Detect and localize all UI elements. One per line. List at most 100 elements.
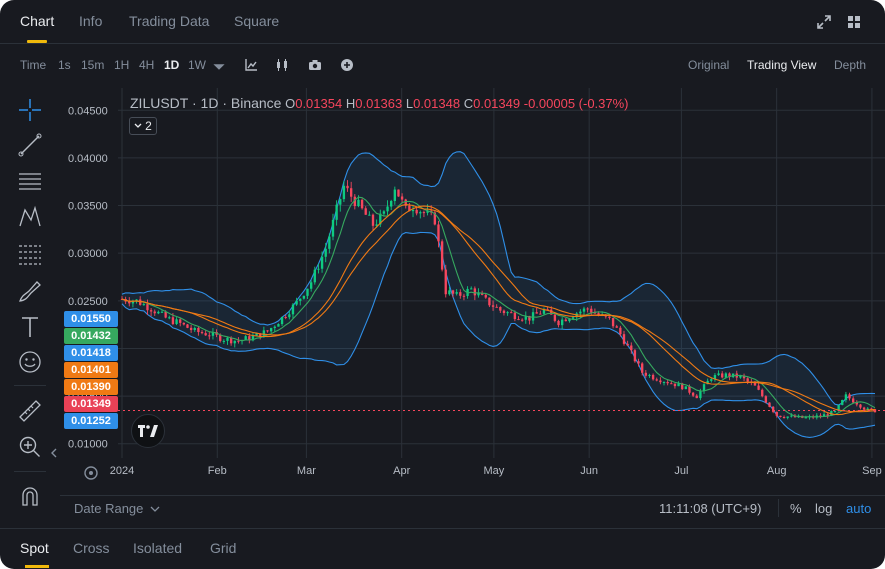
interval-1h[interactable]: 1H: [114, 58, 129, 72]
candle-body: [335, 204, 338, 220]
ruler-icon[interactable]: [17, 398, 43, 424]
view-trading-view[interactable]: Trading View: [747, 58, 816, 72]
candle-body: [266, 330, 269, 332]
interval-4h[interactable]: 4H: [139, 58, 154, 72]
candle-body: [557, 320, 560, 326]
candle-body: [506, 312, 509, 314]
fibonacci-icon[interactable]: [17, 241, 43, 267]
view-original[interactable]: Original: [688, 58, 729, 72]
interval-dropdown-icon[interactable]: [212, 60, 226, 74]
candle-body: [153, 311, 156, 314]
candle-body: [470, 288, 473, 290]
sidebar-collapse-icon[interactable]: [50, 448, 58, 458]
tab-spot[interactable]: Spot: [20, 540, 49, 556]
grid-layout-icon[interactable]: [846, 14, 862, 30]
close-label: C: [463, 96, 474, 111]
time-label[interactable]: Time: [20, 58, 46, 72]
candle-body: [786, 416, 789, 418]
candle-body: [189, 327, 193, 331]
date-range-button[interactable]: Date Range: [74, 501, 143, 516]
candle-body: [670, 383, 673, 385]
tab-info[interactable]: Info: [79, 13, 102, 29]
candle-body: [324, 248, 327, 257]
date-bar-divider: [778, 499, 779, 517]
zoom-in-icon[interactable]: [17, 434, 43, 460]
candle-body: [357, 199, 360, 207]
high-value: 0.01363: [355, 96, 403, 111]
percent-scale-toggle[interactable]: %: [790, 501, 802, 516]
candle-body: [844, 394, 848, 401]
interval-1w[interactable]: 1W: [188, 58, 206, 72]
tab-grid[interactable]: Grid: [210, 540, 236, 556]
x-tick-label: Feb: [208, 465, 227, 477]
y-tick-label: 0.03500: [68, 201, 108, 213]
tab-chart[interactable]: Chart: [20, 13, 54, 29]
low-label: L: [405, 96, 414, 111]
log-scale-toggle[interactable]: log: [815, 501, 832, 516]
pattern-icon[interactable]: [17, 204, 43, 230]
candle-body: [539, 313, 542, 315]
y-tick-label: 0.04000: [68, 153, 108, 165]
x-tick-label: Sep: [862, 465, 882, 477]
tab-isolated[interactable]: Isolated: [133, 540, 182, 556]
candle-body: [586, 308, 589, 310]
candle-body: [149, 310, 153, 312]
indicator-collapse-button[interactable]: 2: [129, 117, 157, 135]
chevron-down-icon[interactable]: [150, 506, 160, 513]
tradingview-logo: [131, 414, 165, 448]
candle-body: [517, 319, 520, 321]
indicator-icon[interactable]: [244, 58, 258, 72]
candle-body: [513, 312, 517, 320]
candle-body: [702, 384, 706, 391]
candle-body: [710, 379, 713, 381]
candle-body: [302, 295, 306, 299]
candle-body: [841, 400, 844, 405]
open-label: O: [285, 96, 296, 111]
magnet-icon[interactable]: [17, 483, 43, 509]
high-label: H: [345, 96, 356, 111]
tab-cross[interactable]: Cross: [73, 540, 110, 556]
candle-body: [193, 327, 196, 331]
candle-body: [182, 322, 186, 325]
add-icon[interactable]: [340, 58, 354, 72]
price-label: 0.01550: [64, 311, 118, 327]
crosshair-icon[interactable]: [17, 97, 43, 123]
clock-readout: 11:11:08 (UTC+9): [659, 501, 762, 516]
candle-body: [455, 292, 458, 294]
candle-body: [309, 282, 313, 289]
interval-1d[interactable]: 1D: [164, 58, 179, 72]
trade-mode-tabs: Spot Cross Isolated Grid: [0, 528, 885, 569]
camera-icon[interactable]: [308, 58, 322, 72]
x-tick-label: Jul: [674, 465, 688, 477]
interval-1s[interactable]: 1s: [58, 58, 71, 72]
x-tick-label: Jun: [580, 465, 598, 477]
tab-square[interactable]: Square: [234, 13, 279, 29]
sidebar-divider: [14, 385, 46, 386]
candle-body: [390, 201, 393, 207]
candle-body: [626, 343, 629, 346]
expand-icon[interactable]: [816, 14, 832, 30]
candle-body: [448, 290, 451, 295]
low-value: 0.01348: [413, 96, 461, 111]
tab-trading-data[interactable]: Trading Data: [129, 13, 209, 29]
candle-body: [499, 307, 502, 311]
view-depth[interactable]: Depth: [834, 58, 866, 72]
candle-body: [320, 256, 324, 269]
horizontal-lines-icon[interactable]: [17, 168, 43, 194]
chart-settings-icon: [84, 466, 98, 480]
candle-body: [233, 340, 236, 344]
emoji-icon[interactable]: [17, 349, 43, 375]
brush-icon[interactable]: [17, 278, 43, 304]
candle-body: [451, 290, 455, 294]
price-chart[interactable]: 0.045000.040000.035000.030000.025000.020…: [60, 88, 885, 483]
indicator-count: 2: [145, 119, 152, 133]
auto-scale-toggle[interactable]: auto: [846, 501, 871, 516]
candle-body: [142, 304, 146, 306]
text-icon[interactable]: [17, 314, 43, 340]
candle-body: [655, 379, 658, 381]
candle-body: [368, 214, 371, 216]
candle-body: [608, 316, 611, 318]
trend-line-icon[interactable]: [17, 132, 43, 158]
interval-15m[interactable]: 15m: [81, 58, 104, 72]
candle-type-icon[interactable]: [275, 58, 289, 72]
